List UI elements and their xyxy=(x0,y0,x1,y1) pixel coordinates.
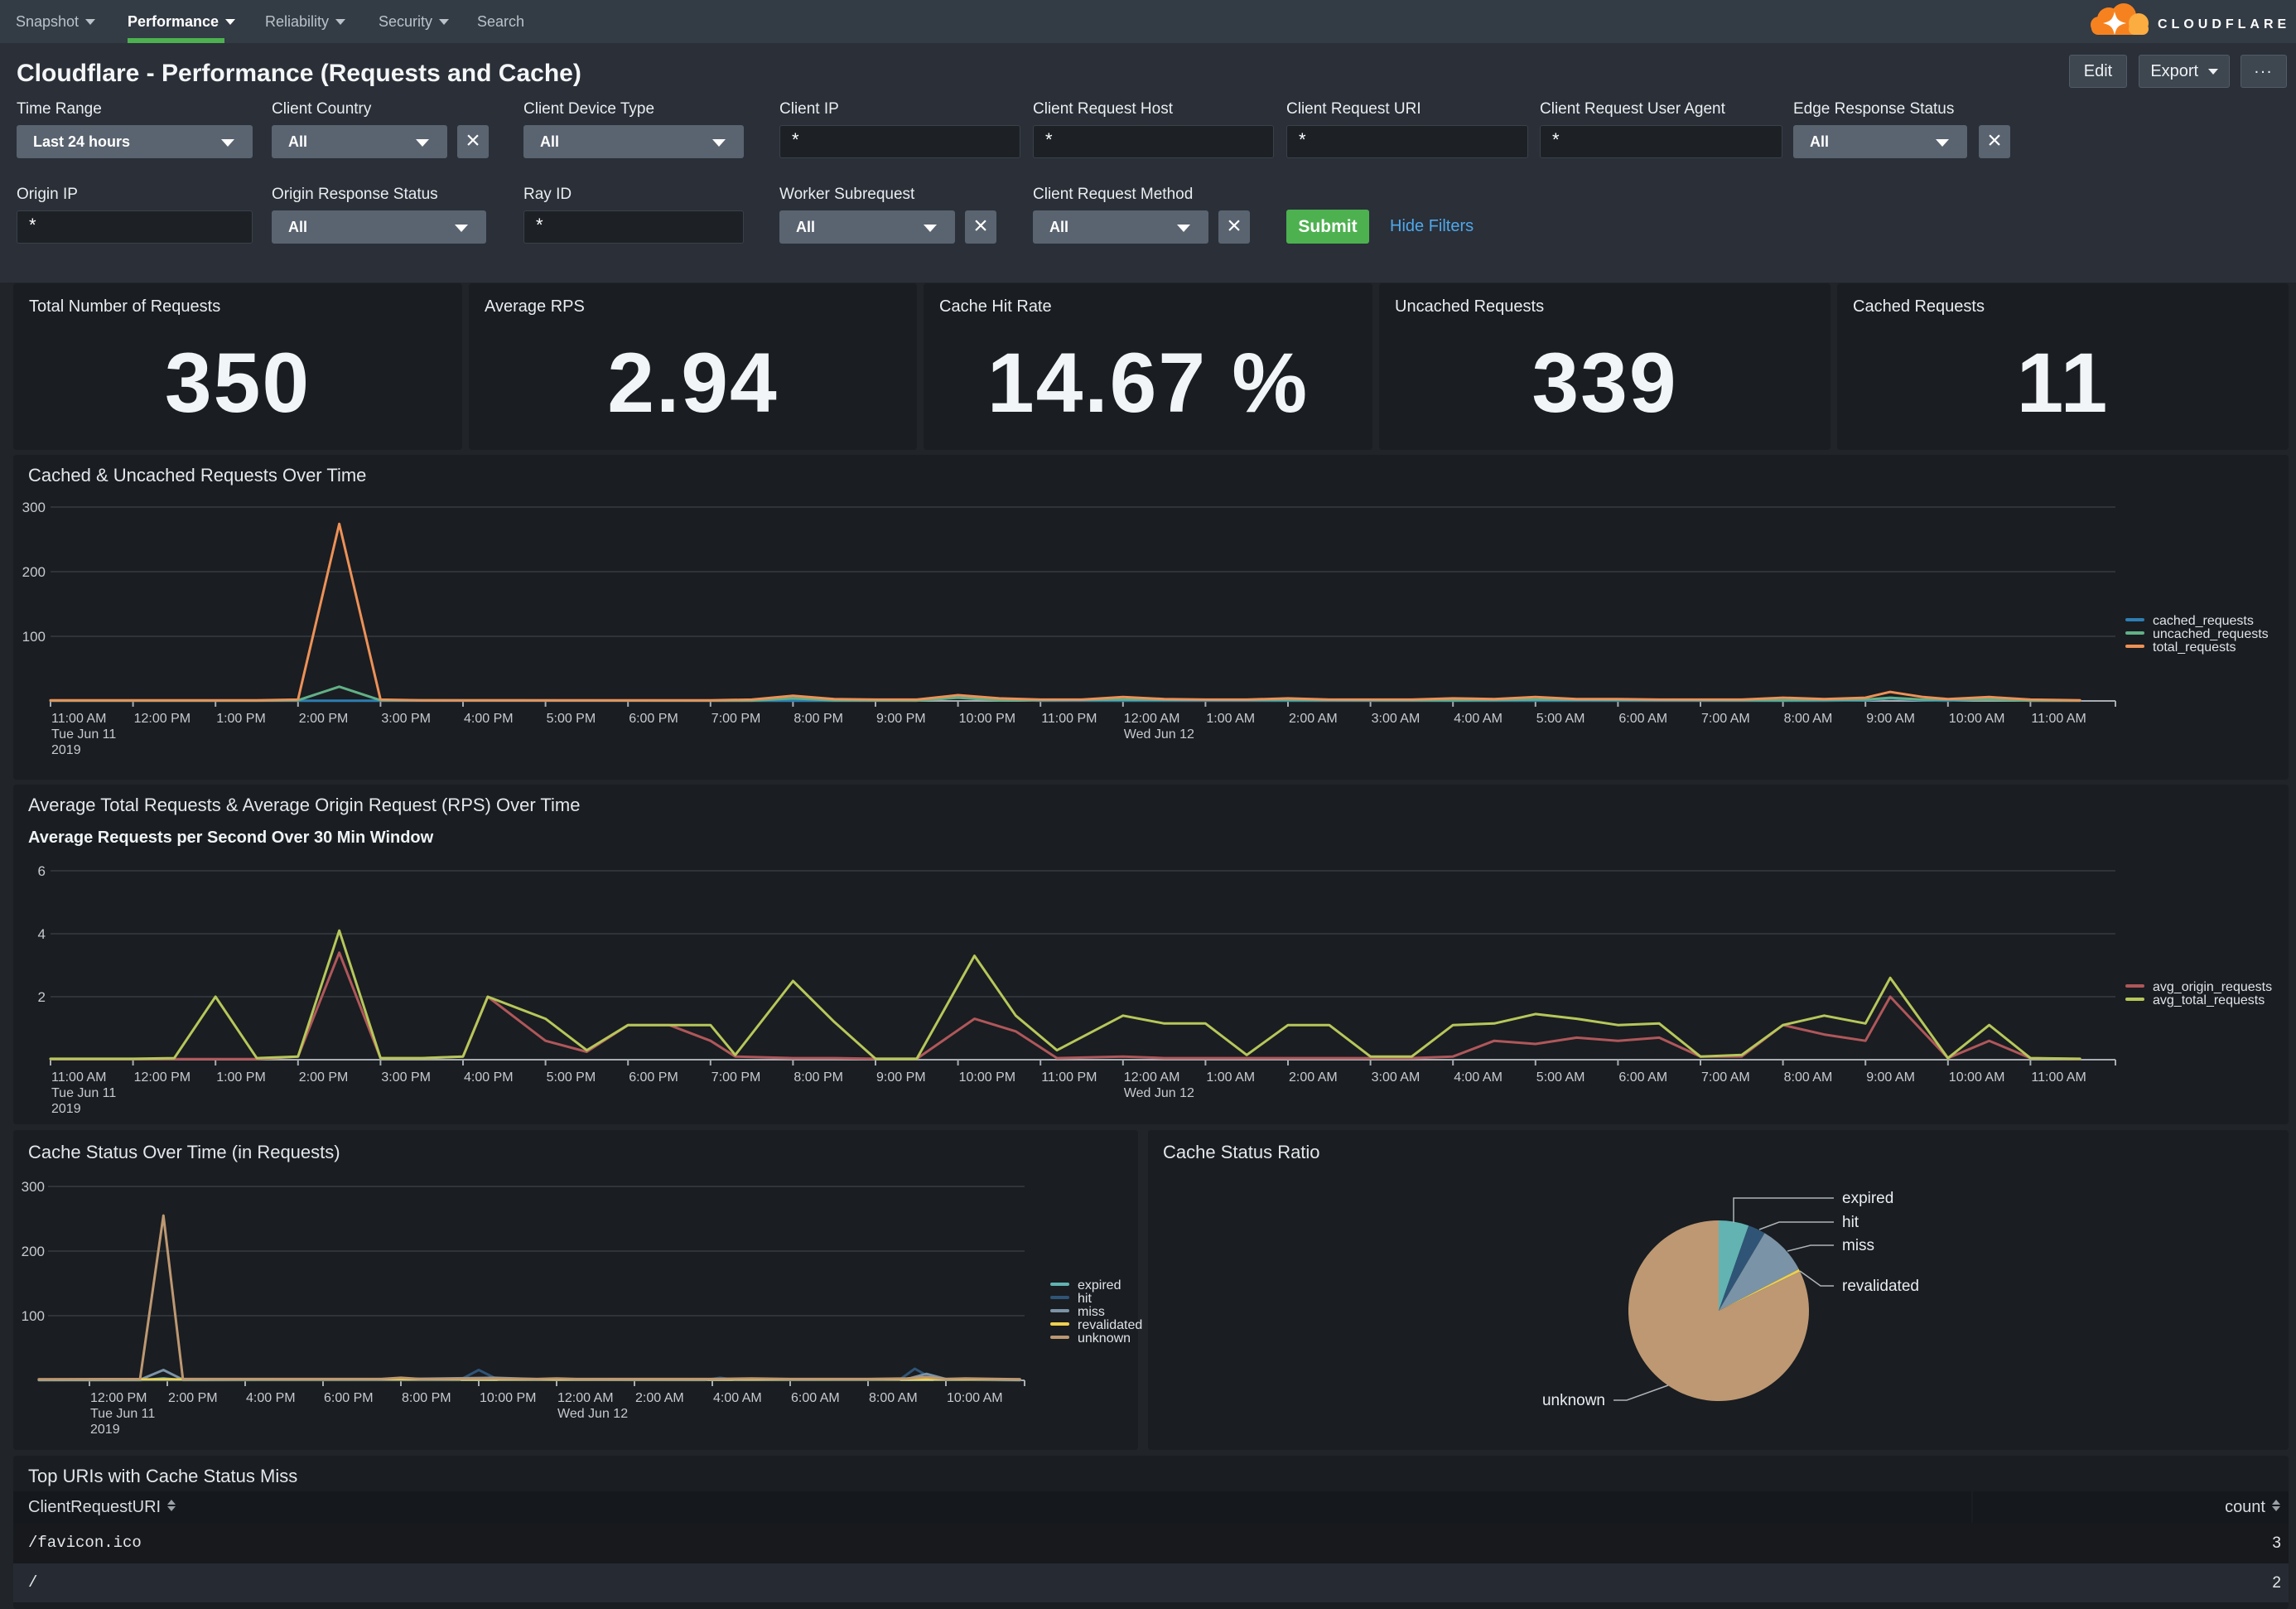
svg-text:unknown: unknown xyxy=(1542,1392,1605,1409)
svg-text:hit: hit xyxy=(1842,1214,1859,1231)
svg-text:11:00 PM: 11:00 PM xyxy=(1041,712,1097,726)
svg-text:11:00 PM: 11:00 PM xyxy=(1041,1070,1097,1085)
svg-text:12:00 PM: 12:00 PM xyxy=(90,1391,147,1405)
svg-text:expired: expired xyxy=(1842,1190,1893,1207)
svg-text:10:00 PM: 10:00 PM xyxy=(959,712,1015,726)
svg-text:2:00 AM: 2:00 AM xyxy=(635,1391,684,1405)
svg-text:9:00 AM: 9:00 AM xyxy=(1866,712,1915,726)
svg-text:7:00 AM: 7:00 AM xyxy=(1701,712,1750,726)
svg-text:revalidated: revalidated xyxy=(1842,1278,1919,1295)
svg-text:1:00 PM: 1:00 PM xyxy=(216,712,266,726)
svg-text:Wed Jun 12: Wed Jun 12 xyxy=(1124,1086,1194,1100)
svg-text:200: 200 xyxy=(22,564,46,580)
svg-text:4:00 PM: 4:00 PM xyxy=(464,712,514,726)
svg-text:12:00 AM: 12:00 AM xyxy=(1124,712,1180,726)
svg-text:3:00 AM: 3:00 AM xyxy=(1372,712,1421,726)
svg-text:5:00 PM: 5:00 PM xyxy=(547,712,596,726)
svg-text:miss: miss xyxy=(1842,1237,1874,1254)
svg-text:Tue Jun 11: Tue Jun 11 xyxy=(51,727,116,742)
svg-text:4:00 PM: 4:00 PM xyxy=(464,1070,514,1085)
svg-text:2:00 AM: 2:00 AM xyxy=(1289,712,1338,726)
svg-text:Tue Jun 11: Tue Jun 11 xyxy=(51,1086,116,1100)
svg-text:6:00 AM: 6:00 AM xyxy=(791,1391,840,1405)
svg-text:8:00 PM: 8:00 PM xyxy=(402,1391,451,1405)
svg-text:4: 4 xyxy=(38,926,46,942)
svg-text:8:00 PM: 8:00 PM xyxy=(793,712,843,726)
svg-text:Tue Jun 11: Tue Jun 11 xyxy=(90,1407,155,1421)
svg-text:9:00 AM: 9:00 AM xyxy=(1866,1070,1915,1085)
svg-text:4:00 PM: 4:00 PM xyxy=(246,1391,296,1405)
svg-text:2019: 2019 xyxy=(51,743,81,757)
svg-text:6:00 PM: 6:00 PM xyxy=(324,1391,374,1405)
svg-text:8:00 AM: 8:00 AM xyxy=(1784,712,1833,726)
svg-text:7:00 PM: 7:00 PM xyxy=(711,1070,761,1085)
svg-text:12:00 AM: 12:00 AM xyxy=(1124,1070,1180,1085)
svg-text:7:00 AM: 7:00 AM xyxy=(1701,1070,1750,1085)
svg-text:2:00 PM: 2:00 PM xyxy=(299,1070,349,1085)
svg-text:1:00 AM: 1:00 AM xyxy=(1206,712,1255,726)
svg-text:2019: 2019 xyxy=(90,1423,120,1437)
svg-text:3:00 PM: 3:00 PM xyxy=(381,712,431,726)
svg-text:5:00 AM: 5:00 AM xyxy=(1536,1070,1585,1085)
svg-text:200: 200 xyxy=(22,1244,45,1259)
svg-text:3:00 AM: 3:00 AM xyxy=(1372,1070,1421,1085)
svg-text:12:00 AM: 12:00 AM xyxy=(557,1391,614,1405)
svg-text:3:00 PM: 3:00 PM xyxy=(381,1070,431,1085)
svg-text:100: 100 xyxy=(22,629,46,645)
svg-text:10:00 AM: 10:00 AM xyxy=(1949,712,2005,726)
svg-text:10:00 PM: 10:00 PM xyxy=(480,1391,536,1405)
svg-text:10:00 AM: 10:00 AM xyxy=(1949,1070,2005,1085)
svg-text:8:00 PM: 8:00 PM xyxy=(793,1070,843,1085)
svg-text:2:00 AM: 2:00 AM xyxy=(1289,1070,1338,1085)
svg-text:6:00 AM: 6:00 AM xyxy=(1618,1070,1667,1085)
svg-text:8:00 AM: 8:00 AM xyxy=(1784,1070,1833,1085)
svg-text:6:00 PM: 6:00 PM xyxy=(629,712,678,726)
svg-text:4:00 AM: 4:00 AM xyxy=(1454,1070,1503,1085)
svg-text:6: 6 xyxy=(38,863,46,879)
svg-text:Wed Jun 12: Wed Jun 12 xyxy=(557,1407,628,1421)
svg-text:6:00 PM: 6:00 PM xyxy=(629,1070,678,1085)
svg-text:300: 300 xyxy=(22,1179,45,1195)
svg-text:Wed Jun 12: Wed Jun 12 xyxy=(1124,727,1194,742)
svg-text:11:00 AM: 11:00 AM xyxy=(2031,712,2086,726)
svg-text:300: 300 xyxy=(22,500,46,515)
svg-text:5:00 AM: 5:00 AM xyxy=(1536,712,1585,726)
svg-text:2019: 2019 xyxy=(51,1102,81,1116)
svg-text:12:00 PM: 12:00 PM xyxy=(134,712,191,726)
svg-text:10:00 PM: 10:00 PM xyxy=(959,1070,1015,1085)
svg-text:2:00 PM: 2:00 PM xyxy=(299,712,349,726)
svg-text:4:00 AM: 4:00 AM xyxy=(1454,712,1503,726)
svg-text:10:00 AM: 10:00 AM xyxy=(947,1391,1003,1405)
svg-text:100: 100 xyxy=(22,1308,45,1324)
svg-text:11:00 AM: 11:00 AM xyxy=(2031,1070,2086,1085)
svg-text:7:00 PM: 7:00 PM xyxy=(711,712,761,726)
svg-text:2: 2 xyxy=(38,989,46,1005)
svg-text:2:00 PM: 2:00 PM xyxy=(168,1391,218,1405)
svg-text:9:00 PM: 9:00 PM xyxy=(876,712,926,726)
svg-text:1:00 AM: 1:00 AM xyxy=(1206,1070,1255,1085)
svg-text:9:00 PM: 9:00 PM xyxy=(876,1070,926,1085)
svg-text:5:00 PM: 5:00 PM xyxy=(547,1070,596,1085)
svg-text:11:00 AM: 11:00 AM xyxy=(51,1070,106,1085)
svg-text:11:00 AM: 11:00 AM xyxy=(51,712,106,726)
svg-text:8:00 AM: 8:00 AM xyxy=(869,1391,918,1405)
svg-text:1:00 PM: 1:00 PM xyxy=(216,1070,266,1085)
svg-text:12:00 PM: 12:00 PM xyxy=(134,1070,191,1085)
svg-text:4:00 AM: 4:00 AM xyxy=(713,1391,762,1405)
svg-text:6:00 AM: 6:00 AM xyxy=(1618,712,1667,726)
